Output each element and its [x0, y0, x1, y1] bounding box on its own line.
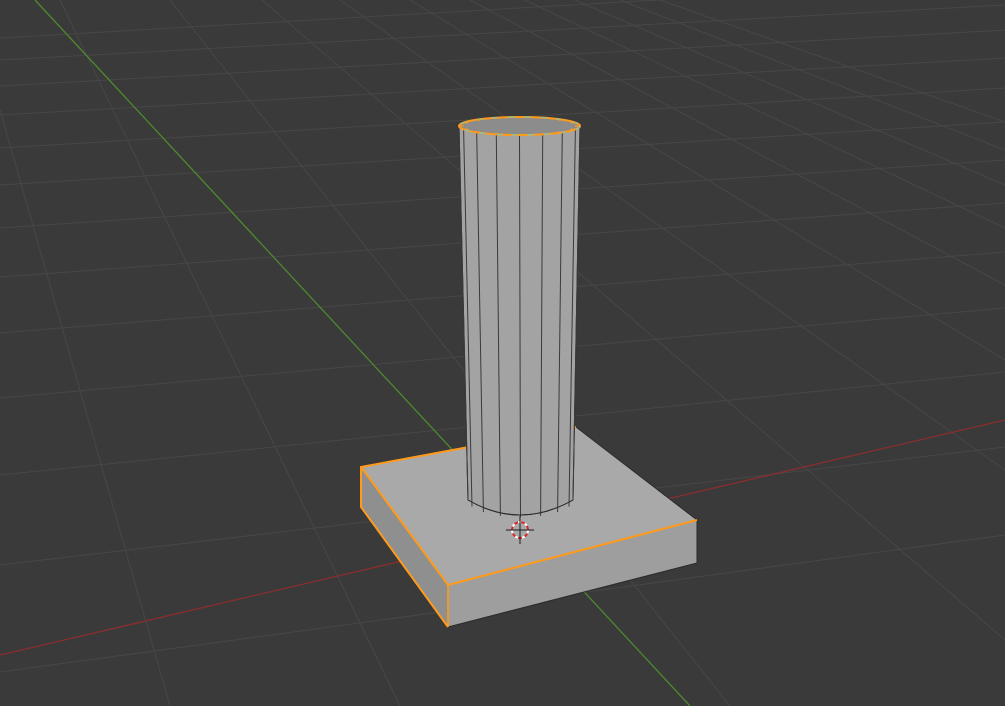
cylinder[interactable] — [458, 116, 581, 518]
viewport-canvas[interactable] — [0, 0, 1005, 706]
cylinder-cap-edge[interactable] — [496, 132, 499, 135]
cylinder-cap-edge[interactable] — [496, 117, 499, 120]
cylinder-cap-edge[interactable] — [540, 132, 543, 135]
cylinder-cap-edge[interactable] — [540, 117, 543, 120]
3d-viewport[interactable] — [0, 0, 1005, 706]
cylinder-cap-edge[interactable] — [476, 119, 481, 121]
cylinder-cap-edge[interactable] — [558, 131, 563, 133]
cylinder-cap-edge[interactable] — [476, 131, 481, 133]
cylinder-cap-edge[interactable] — [558, 119, 563, 121]
